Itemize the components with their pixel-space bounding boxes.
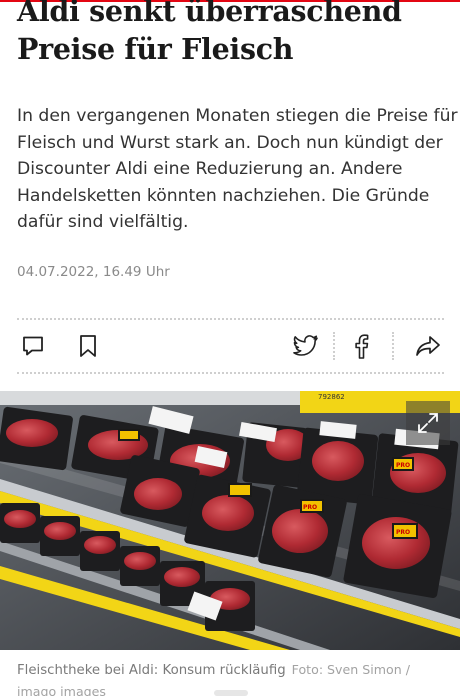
facebook-icon <box>355 334 369 359</box>
twitter-share-button[interactable] <box>290 326 322 366</box>
comment-icon <box>23 336 43 356</box>
article-photo: 792862 PRO PRO PRO <box>0 391 460 650</box>
bottom-handle <box>214 690 248 696</box>
expand-image-button[interactable] <box>406 401 450 445</box>
teaser-line: Fleisch und Wurst stark an. Doch nun kün… <box>17 132 443 153</box>
action-separator <box>333 332 335 360</box>
teaser-line: Discounter Aldi eine Reduzierung an. And… <box>17 159 403 179</box>
headline-line-1: Aldi senkt überraschend <box>17 0 402 28</box>
pro-label-2: PRO <box>303 504 317 511</box>
bookmark-button[interactable] <box>72 326 104 366</box>
comment-button[interactable] <box>17 326 49 366</box>
headline-line-2: Preise für Fleisch <box>17 32 294 66</box>
pro-label-3: PRO <box>396 529 410 536</box>
facebook-share-button[interactable] <box>345 326 377 366</box>
expand-icon <box>418 413 438 433</box>
article-teaser: In den vergangenen Monaten stiegen die P… <box>17 103 458 236</box>
shelf-number-label: 792862 <box>318 393 345 401</box>
bookmark-icon <box>80 335 96 357</box>
article-headline: Aldi senkt überraschend Preise für Fleis… <box>17 0 447 68</box>
photo-credit-line1: Foto: Sven Simon / <box>291 662 410 677</box>
meat-counter-image: 792862 PRO PRO PRO <box>0 391 460 650</box>
action-separator <box>392 332 394 360</box>
publish-date: 04.07.2022, 16.49 Uhr <box>17 264 170 280</box>
teaser-line: dafür sind vielfältig. <box>17 212 189 232</box>
divider-bottom <box>17 372 444 374</box>
pro-label-1: PRO <box>396 462 410 469</box>
article-action-bar <box>0 326 460 368</box>
divider-top <box>17 318 444 320</box>
teaser-line: Handelsketten könnten nachziehen. Die Gr… <box>17 185 430 206</box>
photo-credit-line2: imago images <box>17 684 106 696</box>
twitter-icon <box>293 335 318 356</box>
share-icon <box>416 336 440 356</box>
teaser-line: In den vergangenen Monaten stiegen die P… <box>17 106 458 126</box>
caption-text: Fleischtheke bei Aldi: Konsum rückläufig <box>17 663 286 678</box>
share-button[interactable] <box>412 326 444 366</box>
